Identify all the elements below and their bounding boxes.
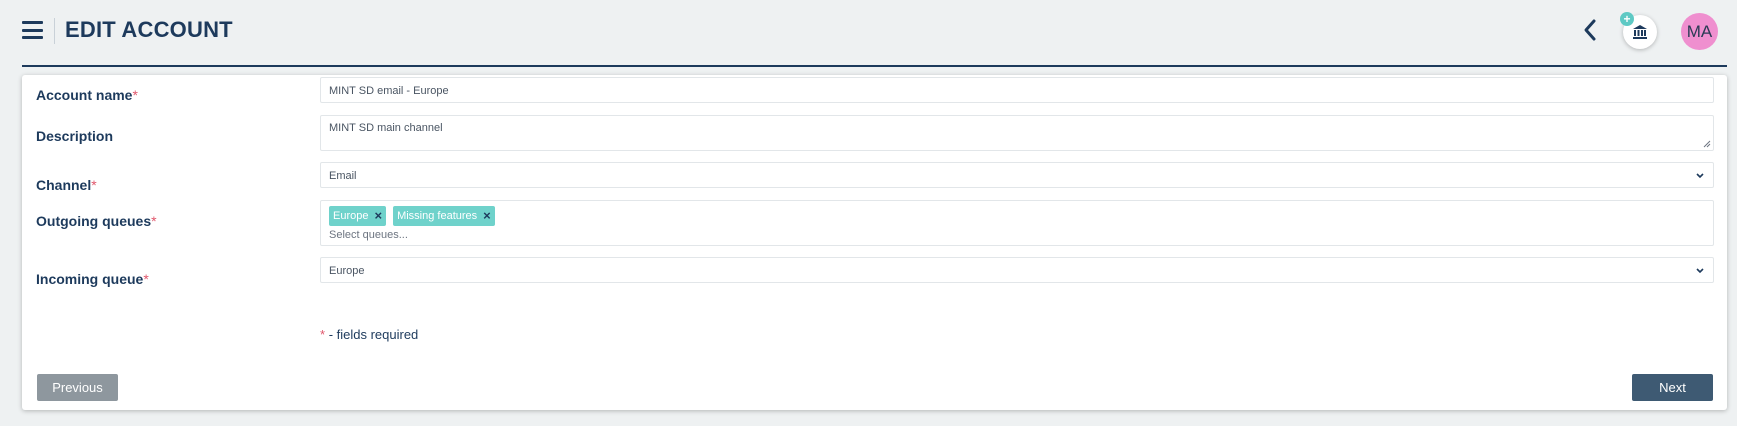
header-divider <box>54 18 55 44</box>
channel-value: Email <box>329 170 357 182</box>
remove-tag-icon[interactable]: × <box>483 206 491 226</box>
avatar[interactable]: MA <box>1681 13 1718 50</box>
bank-icon <box>1633 25 1647 39</box>
page-title: EDIT ACCOUNT <box>65 17 233 42</box>
queue-search-input[interactable] <box>329 229 729 241</box>
description-label-text: Description <box>36 128 114 144</box>
outgoing-queues-label-text: Outgoing queues <box>36 213 152 229</box>
required-mark: * <box>151 213 157 229</box>
queue-tag-label: Missing features <box>397 210 478 222</box>
top-header: EDIT ACCOUNT + MA <box>0 0 1737 67</box>
account-name-label-text: Account name <box>36 87 133 103</box>
account-name-value: MINT SD email - Europe <box>329 85 449 97</box>
required-mark: * <box>320 327 326 342</box>
incoming-queue-select[interactable]: Europe <box>320 257 1714 283</box>
required-note-text: - fields required <box>328 327 419 342</box>
outgoing-queues-multiselect[interactable]: Europe × Missing features × <box>320 200 1714 246</box>
outgoing-queues-label: Outgoing queues* <box>36 213 157 229</box>
incoming-queue-label: Incoming queue* <box>36 271 149 287</box>
chevron-left-icon[interactable] <box>1581 18 1599 42</box>
channel-label-text: Channel <box>36 177 92 193</box>
header-underline <box>22 65 1727 67</box>
required-fields-note: * - fields required <box>320 327 418 342</box>
description-label: Description <box>36 128 113 144</box>
edit-account-form: Account name* MINT SD email - Europe Des… <box>22 75 1727 410</box>
channel-select[interactable]: Email <box>320 162 1714 188</box>
description-value: MINT SD main channel <box>329 122 443 134</box>
account-name-label: Account name* <box>36 87 138 103</box>
description-textarea[interactable]: MINT SD main channel <box>320 115 1714 151</box>
queue-tag-label: Europe <box>333 210 369 222</box>
incoming-queue-label-text: Incoming queue <box>36 271 144 287</box>
remove-tag-icon[interactable]: × <box>374 206 382 226</box>
required-mark: * <box>143 271 149 287</box>
queue-tag: Missing features × <box>393 206 495 226</box>
plus-icon[interactable]: + <box>1620 12 1634 26</box>
chevron-down-icon <box>1696 268 1704 274</box>
required-mark: * <box>132 87 138 103</box>
incoming-queue-value: Europe <box>329 265 365 277</box>
chevron-down-icon <box>1696 173 1704 179</box>
hamburger-icon[interactable] <box>22 21 43 39</box>
previous-button[interactable]: Previous <box>37 374 118 401</box>
resize-grip-icon[interactable] <box>1703 140 1711 148</box>
next-button[interactable]: Next <box>1632 374 1713 401</box>
queue-tag: Europe × <box>329 206 387 226</box>
channel-label: Channel* <box>36 177 97 193</box>
required-mark: * <box>91 177 97 193</box>
queue-tags: Europe × Missing features × <box>329 206 495 226</box>
account-name-input[interactable]: MINT SD email - Europe <box>320 77 1714 103</box>
